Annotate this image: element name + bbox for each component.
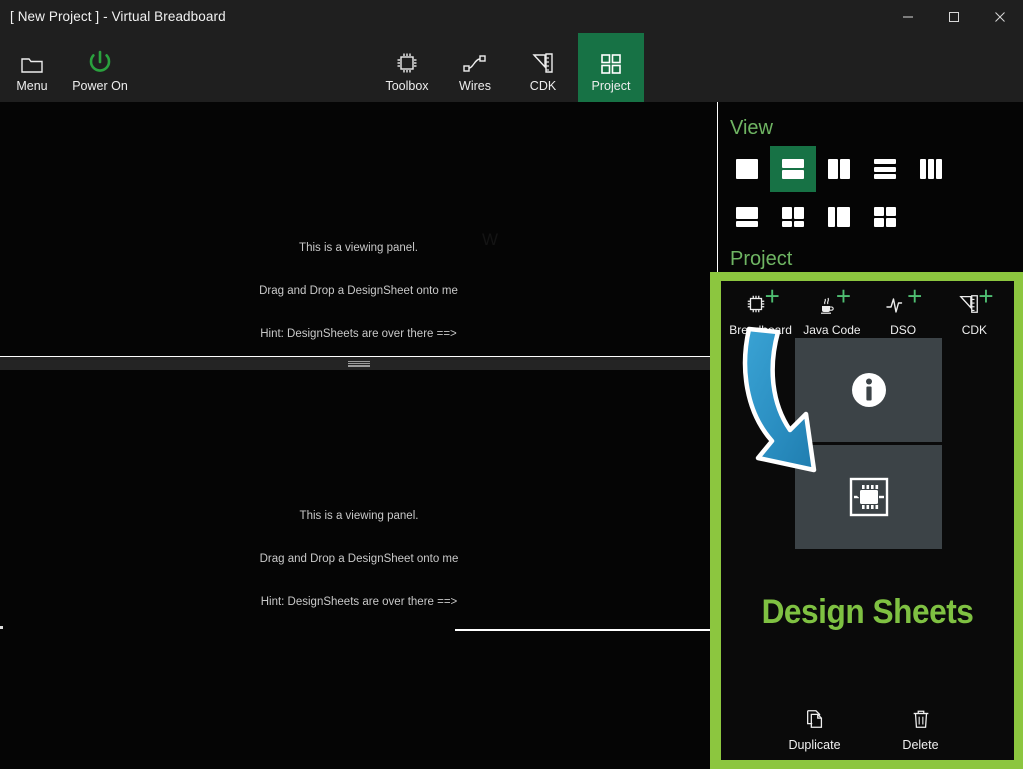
splitter-grip bbox=[348, 360, 370, 367]
viewing-panel-top-hint: This is a viewing panel. Drag and Drop a… bbox=[0, 212, 717, 370]
grid-squares-icon bbox=[600, 45, 622, 75]
maximize-button[interactable] bbox=[931, 0, 977, 33]
wires-icon bbox=[462, 45, 488, 75]
layout-top-large-icon bbox=[736, 207, 758, 227]
toolbar-label-toolbox: Toolbox bbox=[385, 78, 429, 93]
chip-outline-icon: + bbox=[725, 281, 796, 319]
main-toolbar: Menu Power On Toolbox Wires CDK Project bbox=[0, 33, 1023, 102]
layout-three-columns-icon bbox=[920, 159, 943, 179]
panel-edge-marker bbox=[0, 626, 3, 629]
viewing-panel-top[interactable]: This is a viewing panel. Drag and Drop a… bbox=[0, 102, 718, 357]
vp-top-line3: Hint: DesignSheets are over there ==> bbox=[260, 328, 457, 341]
toolbar-label-project: Project bbox=[591, 78, 631, 93]
toolbar-label-cdk: CDK bbox=[529, 78, 557, 93]
add-cdk-button[interactable]: + CDK bbox=[939, 281, 1010, 337]
layout-buttons-row-2 bbox=[724, 194, 908, 240]
toolbar-button-cdk[interactable]: CDK bbox=[516, 33, 570, 102]
duplicate-label: Duplicate bbox=[788, 738, 841, 752]
toolbar-button-project[interactable]: Project bbox=[578, 33, 644, 102]
vp-top-line2: Drag and Drop a DesignSheet onto me bbox=[259, 285, 458, 298]
vp-top-line1: This is a viewing panel. bbox=[299, 241, 418, 254]
layout-button-single[interactable] bbox=[724, 146, 770, 192]
waveform-icon: + bbox=[868, 281, 939, 319]
viewing-panel-bottom-hint: This is a viewing panel. Drag and Drop a… bbox=[0, 480, 718, 638]
title-bar: [ New Project ] - Virtual Breadboard bbox=[0, 0, 1023, 33]
layout-single-icon bbox=[736, 159, 758, 179]
layout-two-columns-icon bbox=[828, 159, 850, 179]
layout-top-split-icon bbox=[782, 207, 804, 227]
toolbar-button-power-on[interactable]: Power On bbox=[62, 33, 138, 102]
toolbar-button-menu[interactable]: Menu bbox=[4, 33, 60, 102]
toolbar-button-wires[interactable]: Wires bbox=[447, 33, 503, 102]
layout-button-left-narrow-right-wide[interactable] bbox=[816, 194, 862, 240]
plus-icon: + bbox=[764, 281, 780, 311]
copy-icon bbox=[804, 708, 826, 735]
delete-label: Delete bbox=[902, 738, 939, 752]
toolbar-label-wires: Wires bbox=[459, 78, 491, 93]
design-sheet-tiles bbox=[795, 338, 942, 549]
project-panel-highlight: + Breadboard + Java Code + DSO + CDK Des… bbox=[710, 272, 1023, 769]
add-java-code-button[interactable]: + Java Code bbox=[796, 281, 867, 337]
minimize-icon bbox=[903, 16, 913, 17]
toolbar-button-toolbox[interactable]: Toolbox bbox=[375, 33, 439, 102]
layout-button-quad-grid[interactable] bbox=[862, 194, 908, 240]
layout-button-two-rows[interactable] bbox=[770, 146, 816, 192]
toolbar-label-menu: Menu bbox=[16, 78, 48, 93]
add-breadboard-button[interactable]: + Breadboard bbox=[725, 281, 796, 337]
design-sheet-tile-chip[interactable] bbox=[795, 445, 942, 549]
vp-bottom-line3: Hint: DesignSheets are over there ==> bbox=[260, 596, 458, 609]
layout-buttons-row-1 bbox=[724, 146, 954, 192]
chip-outline-icon bbox=[395, 45, 419, 75]
plus-icon: + bbox=[835, 281, 852, 311]
layout-left-narrow-icon bbox=[828, 207, 850, 227]
ic-chip-icon bbox=[849, 477, 888, 517]
design-sheet-tile-info[interactable] bbox=[795, 338, 942, 442]
info-circle-icon bbox=[851, 373, 886, 407]
layout-quad-grid-icon bbox=[874, 207, 896, 227]
close-button[interactable] bbox=[977, 0, 1023, 33]
window-controls bbox=[885, 0, 1023, 33]
add-java-code-label: Java Code bbox=[803, 323, 861, 337]
trash-icon bbox=[910, 708, 932, 735]
close-icon bbox=[995, 11, 1005, 22]
window-title: [ New Project ] - Virtual Breadboard bbox=[10, 9, 226, 24]
panel-splitter[interactable] bbox=[0, 357, 718, 370]
layout-two-rows-icon bbox=[782, 159, 804, 179]
panel-divider-line bbox=[455, 629, 718, 631]
minimize-button[interactable] bbox=[885, 0, 931, 33]
plus-icon: + bbox=[978, 281, 994, 311]
ruler-pencil-icon bbox=[531, 45, 555, 75]
toolbar-label-power-on: Power On bbox=[72, 78, 128, 93]
power-icon bbox=[87, 45, 113, 75]
plus-icon: + bbox=[907, 281, 923, 311]
layout-button-top-large-bottom-row[interactable] bbox=[724, 194, 770, 240]
view-section-heading: View bbox=[730, 117, 773, 139]
viewing-panel-bottom[interactable]: This is a viewing panel. Drag and Drop a… bbox=[0, 370, 718, 769]
layout-button-three-rows[interactable] bbox=[862, 146, 908, 192]
add-breadboard-label: Breadboard bbox=[729, 323, 792, 337]
design-sheets-title: Design Sheets bbox=[761, 593, 974, 631]
project-add-row: + Breadboard + Java Code + DSO + CDK bbox=[721, 281, 1014, 337]
layout-button-three-columns[interactable] bbox=[908, 146, 954, 192]
maximize-icon bbox=[949, 11, 959, 22]
add-cdk-label: CDK bbox=[961, 323, 988, 337]
layout-three-rows-icon bbox=[874, 159, 896, 179]
project-section-heading: Project bbox=[730, 248, 793, 270]
duplicate-button[interactable]: Duplicate bbox=[779, 708, 851, 752]
add-dso-button[interactable]: + DSO bbox=[868, 281, 939, 337]
project-actions: Duplicate Delete bbox=[721, 708, 1014, 752]
delete-button[interactable]: Delete bbox=[885, 708, 957, 752]
java-cup-icon: + bbox=[796, 281, 867, 319]
ruler-pencil-icon: + bbox=[939, 281, 1010, 319]
vp-bottom-line1: This is a viewing panel. bbox=[299, 509, 419, 522]
folder-icon bbox=[20, 45, 44, 75]
vp-bottom-line2: Drag and Drop a DesignSheet onto me bbox=[259, 553, 459, 566]
add-dso-label: DSO bbox=[890, 323, 917, 337]
watermark-text: W bbox=[482, 230, 499, 249]
layout-button-two-columns[interactable] bbox=[816, 146, 862, 192]
layout-button-top-split-bottom[interactable] bbox=[770, 194, 816, 240]
project-panel: + Breadboard + Java Code + DSO + CDK Des… bbox=[721, 281, 1014, 760]
